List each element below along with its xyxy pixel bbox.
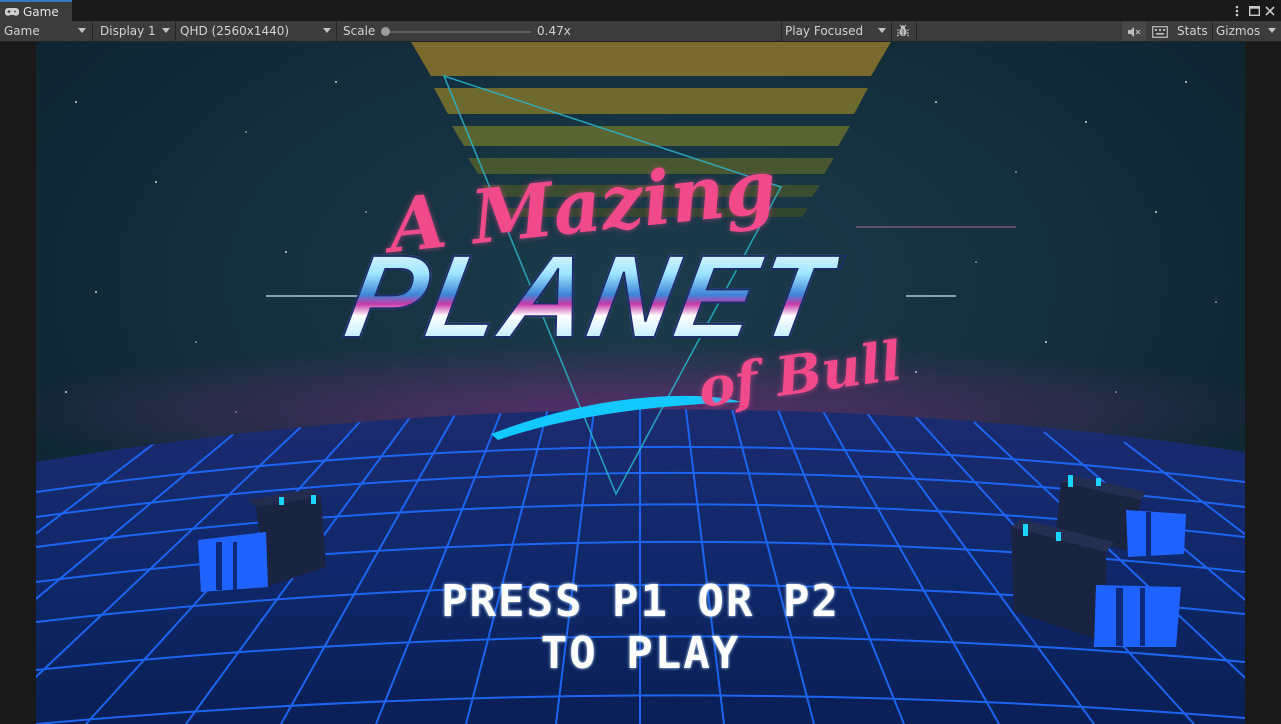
chevron-down-icon xyxy=(323,28,331,33)
scale-value: 0.47x xyxy=(537,24,571,38)
title-planet: PLANET xyxy=(335,230,844,364)
chevron-down-icon xyxy=(162,28,170,33)
scale-slider-thumb[interactable] xyxy=(381,27,390,36)
toolbar-divider xyxy=(336,21,337,41)
display-dropdown[interactable]: Display 1 xyxy=(96,21,176,41)
view-mode-dropdown[interactable]: Game xyxy=(0,21,92,41)
keyboard-shortcuts-icon[interactable] xyxy=(1147,22,1173,41)
toolbar-divider xyxy=(92,21,93,41)
play-mode-label: Play Focused xyxy=(785,24,864,38)
mute-audio-icon[interactable] xyxy=(1122,22,1146,41)
scale-slider-track[interactable] xyxy=(383,31,531,33)
scale-label: Scale xyxy=(343,24,376,38)
close-icon[interactable] xyxy=(1263,2,1277,19)
game-viewport[interactable]: A Mazing PLANET of Bull PRESS P1 OR P2 T… xyxy=(36,42,1245,724)
resolution-label: QHD (2560x1440) xyxy=(180,24,290,38)
editor-tab-bar: Game xyxy=(0,0,1281,21)
press-to-play-line2: TO PLAY xyxy=(540,628,741,679)
gizmos-label: Gizmos xyxy=(1216,24,1261,38)
chevron-down-icon xyxy=(1268,28,1276,33)
maximize-icon[interactable] xyxy=(1247,2,1261,19)
resolution-dropdown[interactable]: QHD (2560x1440) xyxy=(176,21,336,41)
play-mode-dropdown[interactable]: Play Focused xyxy=(781,21,891,41)
stats-button[interactable]: Stats xyxy=(1173,21,1213,41)
tab-game[interactable]: Game xyxy=(0,0,72,21)
chevron-down-icon xyxy=(78,28,86,33)
view-mode-label: Game xyxy=(4,24,40,38)
display-label: Display 1 xyxy=(100,24,156,38)
gizmos-dropdown[interactable]: Gizmos xyxy=(1212,21,1281,41)
toolbar-divider xyxy=(916,21,917,41)
toolbar-divider xyxy=(891,21,892,41)
gamepad-icon xyxy=(5,7,19,17)
press-to-play-line1: PRESS P1 OR P2 xyxy=(441,576,840,627)
game-view-toolbar: Game Display 1 QHD (2560x1440) Scale 0.4… xyxy=(0,21,1281,42)
bug-icon[interactable] xyxy=(894,21,916,41)
kebab-menu-icon[interactable] xyxy=(1230,2,1244,19)
chevron-down-icon xyxy=(878,28,886,33)
tab-game-label: Game xyxy=(23,4,59,19)
